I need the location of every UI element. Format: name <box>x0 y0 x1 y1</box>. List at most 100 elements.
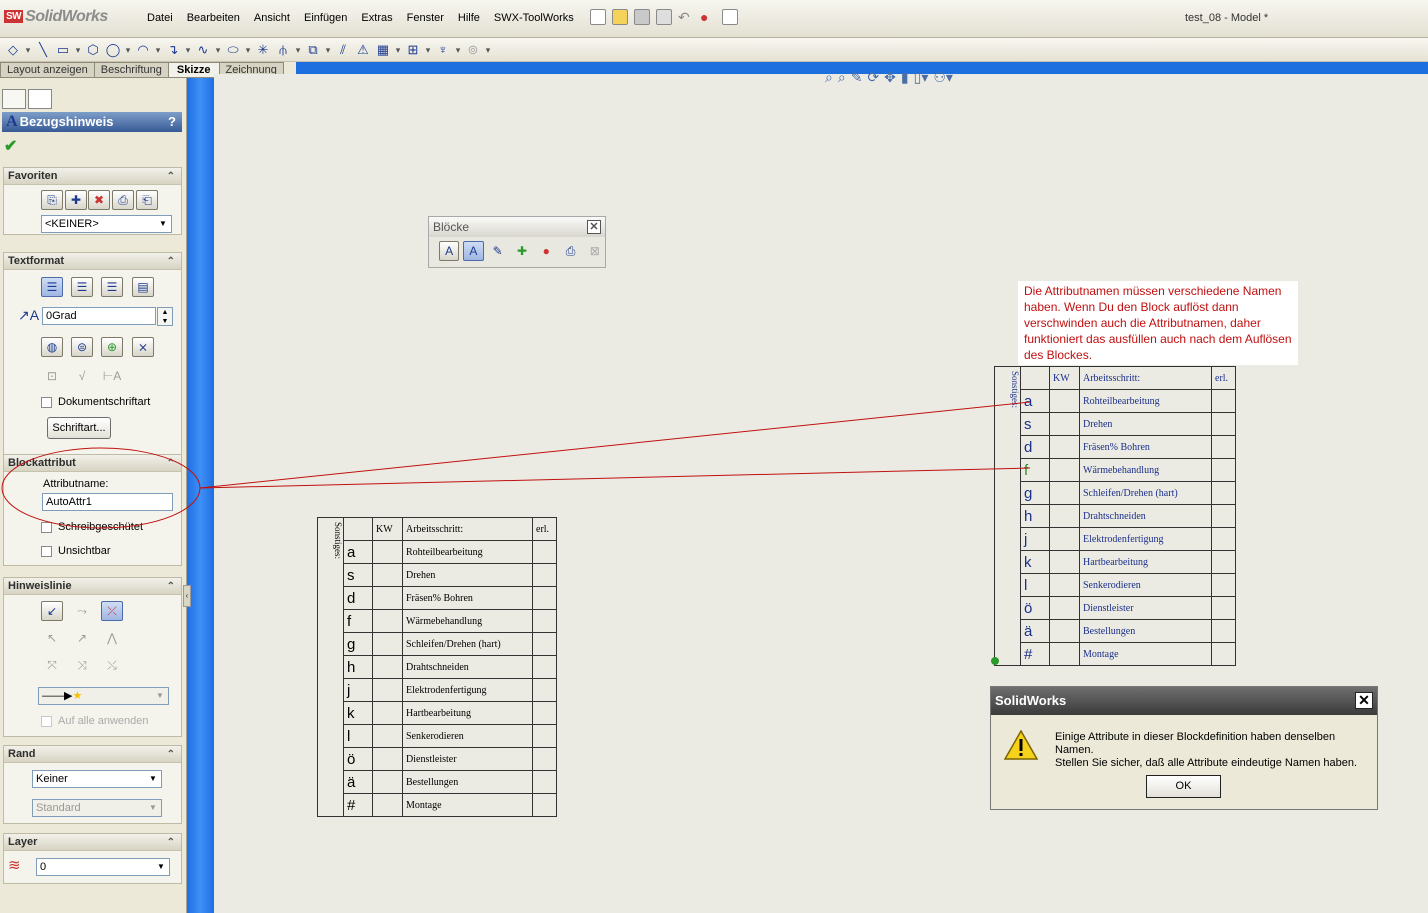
close-icon[interactable]: ✕ <box>1355 692 1373 709</box>
row-done-cell[interactable] <box>1211 596 1236 620</box>
add-remove-icon[interactable]: ✚ <box>512 241 532 261</box>
row-letter[interactable]: # <box>343 793 373 817</box>
hyperlink-icon[interactable]: ◍ <box>41 337 63 357</box>
row-kw-cell[interactable] <box>1049 550 1080 574</box>
leader-attach-icon[interactable]: ⤧ <box>41 655 63 675</box>
invisible-checkbox[interactable] <box>41 546 52 557</box>
row-kw-cell[interactable] <box>372 586 403 610</box>
table-row[interactable]: d Fräsen% Bohren <box>995 435 1236 459</box>
row-kw-cell[interactable] <box>372 701 403 725</box>
table-row[interactable]: ö Dienstleister <box>995 596 1236 620</box>
row-letter[interactable]: k <box>343 701 373 725</box>
dropdown-arrow-icon[interactable]: ▾ <box>454 41 462 59</box>
leader-nearest-icon[interactable]: ⋀ <box>101 628 123 648</box>
row-done-cell[interactable] <box>532 678 557 702</box>
border-size-select[interactable]: Standard ▼ <box>32 799 162 817</box>
rand-header[interactable]: Rand ⌃ <box>4 746 181 763</box>
table-row[interactable]: g Schleifen/Drehen (hart) <box>318 632 557 656</box>
table-row[interactable]: l Senkerodieren <box>995 573 1236 597</box>
align-left-icon[interactable]: ☰ <box>41 277 63 297</box>
angle-spinner[interactable]: ▲ ▼ <box>157 307 173 326</box>
new-document-icon[interactable] <box>590 9 606 25</box>
row-kw-cell[interactable] <box>1049 573 1080 597</box>
row-kw-cell[interactable] <box>1049 596 1080 620</box>
rebuild-block-icon[interactable]: ● <box>536 241 556 261</box>
line-icon[interactable]: ╲ <box>34 41 52 59</box>
dropdown-arrow-icon[interactable]: ▾ <box>184 41 192 59</box>
row-done-cell[interactable] <box>1211 527 1236 551</box>
row-done-cell[interactable] <box>1211 389 1236 413</box>
layer-select[interactable]: 0 ▼ <box>36 858 170 876</box>
table-row[interactable]: a Rohteilbearbeitung <box>318 540 557 564</box>
row-done-cell[interactable] <box>1211 412 1236 436</box>
tab-layout-anzeigen[interactable]: Layout anzeigen <box>0 62 95 78</box>
arrow-style-select[interactable]: ——▶★ ▼ <box>38 687 169 705</box>
menu-swx-toolworks[interactable]: SWX-ToolWorks <box>487 12 581 24</box>
table-row[interactable]: d Fräsen% Bohren <box>318 586 557 610</box>
row-done-cell[interactable] <box>1211 435 1236 459</box>
row-letter[interactable]: g <box>343 632 373 656</box>
row-kw-cell[interactable] <box>1049 527 1080 551</box>
circle-icon[interactable]: ◯ <box>104 41 122 59</box>
menu-extras[interactable]: Extras <box>354 12 399 24</box>
border-style-select[interactable]: Keiner ▼ <box>32 770 162 788</box>
font-button[interactable]: Schriftart... <box>47 417 111 439</box>
doc-font-checkbox[interactable] <box>41 397 52 408</box>
surface-finish-icon[interactable]: √ <box>71 366 93 386</box>
blockattribut-header[interactable]: Blockattribut ⌃ <box>4 455 181 472</box>
fillet-icon[interactable]: ↴ <box>164 41 182 59</box>
row-kw-cell[interactable] <box>372 770 403 794</box>
open-folder-icon[interactable] <box>612 9 628 25</box>
dropdown-arrow-icon[interactable]: ▾ <box>324 41 332 59</box>
row-done-cell[interactable] <box>532 655 557 679</box>
row-kw-cell[interactable] <box>1049 412 1080 436</box>
row-letter[interactable]: # <box>1020 642 1050 666</box>
panel-collapse-handle[interactable]: ‹ <box>183 585 191 607</box>
row-kw-cell[interactable] <box>372 793 403 817</box>
row-letter[interactable]: ö <box>343 747 373 771</box>
display-style-icon[interactable]: ▮ <box>901 69 909 86</box>
row-kw-cell[interactable] <box>1049 389 1080 413</box>
row-done-cell[interactable] <box>532 632 557 656</box>
polygon-icon[interactable]: ⬡ <box>84 41 102 59</box>
table-row[interactable]: ä Bestellungen <box>318 770 557 794</box>
zoom-pan-icon[interactable]: ✎ <box>851 69 863 86</box>
readonly-checkbox[interactable] <box>41 522 52 533</box>
collapse-icon[interactable]: ⌃ <box>167 746 175 763</box>
property-manager-tab-icon[interactable] <box>28 89 52 109</box>
layer-header[interactable]: Layer ⌃ <box>4 834 181 851</box>
insert-symbol-icon[interactable]: ⊕ <box>101 337 123 357</box>
arc-icon[interactable]: ◠ <box>134 41 152 59</box>
dropdown-arrow-icon[interactable]: ▾ <box>24 41 32 59</box>
row-kw-cell[interactable] <box>1049 435 1080 459</box>
table-row[interactable]: ä Bestellungen <box>995 619 1236 643</box>
leader-multi-icon[interactable]: ⤨ <box>71 655 93 675</box>
ok-check-icon[interactable]: ✔ <box>4 136 17 156</box>
save-icon[interactable] <box>634 9 650 25</box>
view-orientation-icon[interactable]: ▯▾ <box>914 69 929 86</box>
row-done-cell[interactable] <box>532 724 557 748</box>
row-letter[interactable]: d <box>343 586 373 610</box>
point-icon[interactable]: ✳ <box>254 41 272 59</box>
row-kw-cell[interactable] <box>1049 642 1080 666</box>
row-done-cell[interactable] <box>532 540 557 564</box>
row-letter[interactable]: l <box>1020 573 1050 597</box>
lock-symbol-icon[interactable]: ⨯ <box>132 337 154 357</box>
print-icon[interactable] <box>656 9 672 25</box>
menu-fenster[interactable]: Fenster <box>400 12 451 24</box>
row-done-cell[interactable] <box>1211 642 1236 666</box>
make-block-icon[interactable]: A <box>439 241 460 261</box>
angle-input[interactable]: 0Grad <box>42 307 156 325</box>
rebuild-icon[interactable]: ● <box>700 9 716 25</box>
dropdown-arrow-icon[interactable]: ▾ <box>294 41 302 59</box>
table-row[interactable]: k Hartbearbeitung <box>318 701 557 725</box>
rectangle-icon[interactable]: ▭ <box>54 41 72 59</box>
table-row[interactable]: l Senkerodieren <box>318 724 557 748</box>
leader-all-icon[interactable]: ⤯ <box>101 655 123 675</box>
dropdown-arrow-icon[interactable]: ▾ <box>394 41 402 59</box>
trim-icon[interactable]: ⫛ <box>274 41 292 59</box>
row-letter[interactable]: h <box>1020 504 1050 528</box>
attr-name-input[interactable] <box>42 493 173 511</box>
save-block-icon[interactable]: ⎙ <box>560 241 580 261</box>
table-row[interactable]: a Rohteilbearbeitung <box>995 389 1236 413</box>
